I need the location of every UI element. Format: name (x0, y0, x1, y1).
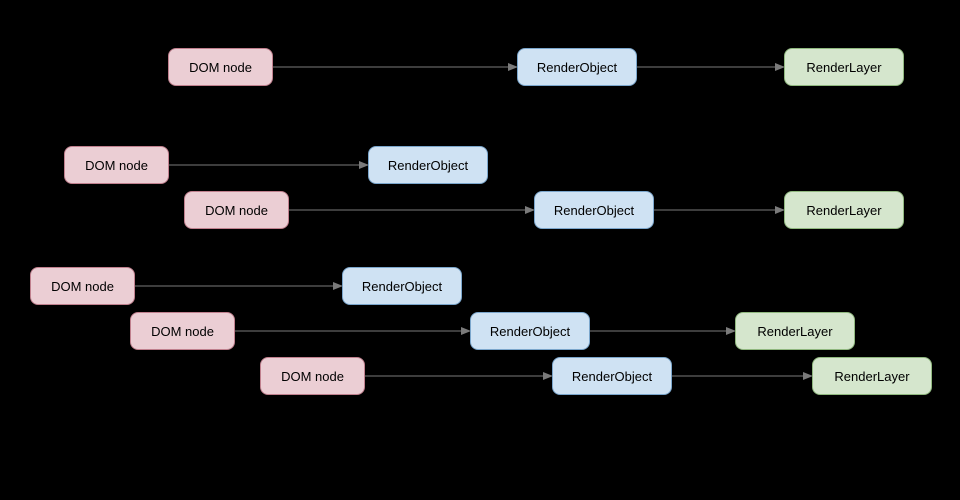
layer-node: RenderLayer (784, 191, 904, 229)
dom-node-label: DOM node (151, 324, 214, 339)
dom-node: DOM node (260, 357, 365, 395)
layer-node-label: RenderLayer (806, 203, 881, 218)
layer-node-label: RenderLayer (757, 324, 832, 339)
layer-node: RenderLayer (812, 357, 932, 395)
render-node: RenderObject (534, 191, 654, 229)
dom-node: DOM node (64, 146, 169, 184)
dom-node-label: DOM node (281, 369, 344, 384)
render-node: RenderObject (517, 48, 637, 86)
layer-node-label: RenderLayer (806, 60, 881, 75)
render-node: RenderObject (368, 146, 488, 184)
layer-node-label: RenderLayer (834, 369, 909, 384)
layer-node: RenderLayer (735, 312, 855, 350)
layer-node: RenderLayer (784, 48, 904, 86)
render-node: RenderObject (470, 312, 590, 350)
render-node: RenderObject (552, 357, 672, 395)
dom-node: DOM node (184, 191, 289, 229)
render-node-label: RenderObject (490, 324, 570, 339)
dom-node: DOM node (130, 312, 235, 350)
render-node: RenderObject (342, 267, 462, 305)
render-node-label: RenderObject (537, 60, 617, 75)
dom-node-label: DOM node (51, 279, 114, 294)
render-node-label: RenderObject (388, 158, 468, 173)
dom-node-label: DOM node (205, 203, 268, 218)
dom-node: DOM node (168, 48, 273, 86)
dom-node-label: DOM node (189, 60, 252, 75)
dom-node: DOM node (30, 267, 135, 305)
render-node-label: RenderObject (554, 203, 634, 218)
render-node-label: RenderObject (362, 279, 442, 294)
dom-node-label: DOM node (85, 158, 148, 173)
render-node-label: RenderObject (572, 369, 652, 384)
